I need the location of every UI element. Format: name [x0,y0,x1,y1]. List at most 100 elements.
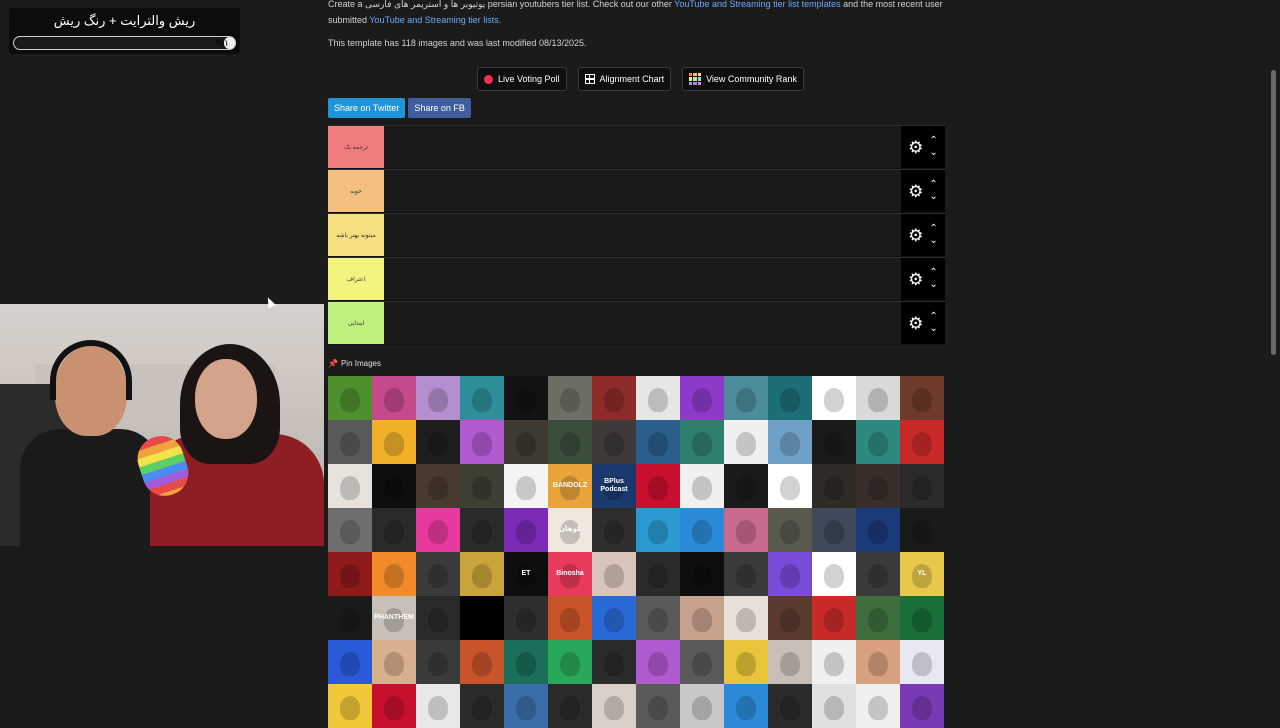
gallery-image[interactable] [900,420,944,464]
gallery-image[interactable] [328,508,372,552]
tier-label[interactable]: ابتدایی [328,302,384,344]
gallery-image[interactable] [724,596,768,640]
gallery-image[interactable] [768,376,812,420]
gear-icon[interactable]: ⚙ [908,315,923,332]
gallery-image[interactable] [812,596,856,640]
gear-icon[interactable]: ⚙ [908,227,923,244]
gallery-image[interactable] [328,464,372,508]
gallery-image[interactable] [416,464,460,508]
tier-drop-zone[interactable] [384,126,901,168]
tier-label[interactable]: ترجمه بک [328,126,384,168]
tier-drop-zone[interactable] [384,302,901,344]
gallery-image[interactable] [812,552,856,596]
gallery-image[interactable] [680,640,724,684]
gallery-image[interactable] [724,420,768,464]
gallery-image[interactable] [856,684,900,728]
pin-images-toggle[interactable]: 📌 Pin Images [328,359,381,368]
gallery-image[interactable] [548,596,592,640]
gallery-image[interactable] [680,376,724,420]
gallery-image[interactable] [812,640,856,684]
gallery-image[interactable]: کوهان [548,508,592,552]
gallery-image[interactable] [856,640,900,684]
gallery-image[interactable]: Binosha [548,552,592,596]
gallery-image[interactable] [680,552,724,596]
gallery-image[interactable] [504,684,548,728]
gallery-image[interactable] [812,684,856,728]
chevron-down-icon[interactable]: ⌄ [929,323,937,335]
gallery-image[interactable] [636,376,680,420]
gallery-image[interactable] [768,640,812,684]
gallery-image[interactable] [768,420,812,464]
gallery-image[interactable] [900,684,944,728]
gallery-image[interactable] [680,596,724,640]
gallery-image[interactable] [900,640,944,684]
gallery-image[interactable] [900,596,944,640]
gallery-image[interactable] [592,376,636,420]
gallery-image[interactable] [460,376,504,420]
gallery-image[interactable] [636,508,680,552]
gallery-image[interactable] [592,596,636,640]
chevron-up-icon[interactable]: ⌃ [929,135,937,147]
gallery-image[interactable] [328,684,372,728]
gallery-image[interactable] [724,464,768,508]
gallery-image[interactable] [460,596,504,640]
gallery-image[interactable]: ET [504,552,548,596]
chevron-down-icon[interactable]: ⌄ [929,191,937,203]
gallery-image[interactable] [900,464,944,508]
gallery-image[interactable] [416,508,460,552]
gallery-image[interactable] [768,684,812,728]
tier-drop-zone[interactable] [384,258,901,300]
gallery-image[interactable] [460,464,504,508]
gallery-image[interactable] [416,552,460,596]
gallery-image[interactable] [372,552,416,596]
gallery-image[interactable] [548,376,592,420]
gallery-image[interactable] [460,684,504,728]
youtube-tier-lists-link[interactable]: YouTube and Streaming tier lists [369,15,498,25]
gallery-image[interactable] [460,420,504,464]
gallery-image[interactable] [592,640,636,684]
page-scrollbar[interactable] [1271,70,1276,355]
gallery-image[interactable] [460,552,504,596]
gallery-image[interactable] [328,376,372,420]
gallery-image[interactable] [724,376,768,420]
share-twitter-button[interactable]: Share on Twitter [328,98,406,118]
chevron-up-icon[interactable]: ⌃ [929,179,937,191]
gallery-image[interactable] [416,596,460,640]
gallery-image[interactable] [372,420,416,464]
gallery-image[interactable] [328,640,372,684]
gallery-image[interactable] [328,420,372,464]
gallery-image[interactable] [504,640,548,684]
alignment-chart-button[interactable]: Alignment Chart [577,67,672,91]
gallery-image[interactable] [636,684,680,728]
tier-label[interactable]: میتونه بهتر باشه [328,214,384,256]
gallery-image[interactable] [680,508,724,552]
gallery-image[interactable]: BPlus Podcast [592,464,636,508]
gallery-image[interactable]: YL [900,552,944,596]
share-facebook-button[interactable]: Share on FB [408,98,471,118]
chevron-up-icon[interactable]: ⌃ [929,311,937,323]
gallery-image[interactable] [592,684,636,728]
gallery-image[interactable] [372,376,416,420]
tier-label[interactable]: خوبه [328,170,384,212]
gallery-image[interactable] [372,464,416,508]
gallery-image[interactable] [416,684,460,728]
gallery-image[interactable] [900,376,944,420]
chevron-down-icon[interactable]: ⌄ [929,147,937,159]
gallery-image[interactable] [724,552,768,596]
community-rank-button[interactable]: View Community Rank [682,67,804,91]
gallery-image[interactable] [592,420,636,464]
gallery-image[interactable] [856,376,900,420]
chevron-up-icon[interactable]: ⌃ [929,223,937,235]
gallery-image[interactable] [504,464,548,508]
gallery-image[interactable] [680,684,724,728]
gallery-image[interactable] [768,464,812,508]
gallery-image[interactable] [812,376,856,420]
chevron-down-icon[interactable]: ⌄ [929,235,937,247]
gallery-image[interactable] [416,640,460,684]
tier-drop-zone[interactable] [384,214,901,256]
gallery-image[interactable] [372,684,416,728]
gallery-image[interactable] [636,552,680,596]
gallery-image[interactable]: PHANTHEM [372,596,416,640]
gallery-image[interactable] [856,420,900,464]
gallery-image[interactable] [856,464,900,508]
